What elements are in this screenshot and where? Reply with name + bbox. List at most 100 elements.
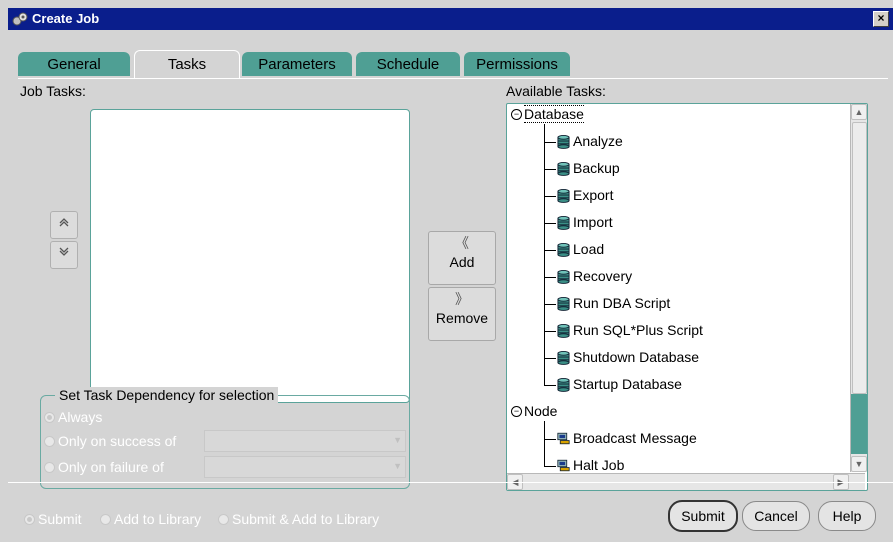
submit-mode-both[interactable]: Submit & Add to Library bbox=[218, 511, 379, 527]
database-task-label: Run SQL*Plus Script bbox=[573, 322, 703, 338]
node-task-item[interactable]: Halt Job bbox=[557, 457, 624, 472]
database-task-item[interactable]: Backup bbox=[557, 160, 620, 177]
tree-connector bbox=[544, 466, 556, 467]
collapse-icon[interactable]: − bbox=[511, 405, 522, 417]
database-icon bbox=[557, 161, 570, 176]
submit-mode-library[interactable]: Add to Library bbox=[100, 511, 201, 527]
submit-mode-submit-label: Submit bbox=[38, 511, 82, 527]
database-task-item[interactable]: Run SQL*Plus Script bbox=[557, 322, 703, 339]
computer-icon bbox=[557, 459, 570, 471]
dependency-always-label: Always bbox=[58, 409, 103, 425]
radio-icon bbox=[44, 435, 55, 447]
submit-mode-both-label: Submit & Add to Library bbox=[232, 511, 380, 527]
tree-connector bbox=[544, 421, 545, 466]
database-task-label: Shutdown Database bbox=[573, 349, 700, 365]
tree-connector bbox=[544, 169, 556, 170]
tree-connector bbox=[544, 124, 545, 385]
database-icon bbox=[557, 323, 570, 338]
move-down-button[interactable] bbox=[50, 241, 78, 269]
node-node[interactable]: − Node bbox=[511, 403, 557, 419]
help-button[interactable]: Help bbox=[818, 501, 876, 531]
tab-permissions[interactable]: Permissions bbox=[464, 52, 570, 76]
submit-mode-submit[interactable]: Submit bbox=[24, 511, 82, 527]
database-icon bbox=[557, 215, 570, 230]
database-task-item[interactable]: Analyze bbox=[557, 133, 623, 150]
database-node-label: Database bbox=[524, 105, 584, 123]
database-icon bbox=[557, 134, 570, 149]
add-label: Add bbox=[449, 254, 475, 270]
database-task-item[interactable]: Run DBA Script bbox=[557, 295, 670, 312]
task-dependency-legend: Set Task Dependency for selection bbox=[55, 387, 279, 403]
move-up-button[interactable] bbox=[50, 211, 78, 239]
collapse-icon[interactable]: − bbox=[511, 108, 522, 120]
title-bar: Create Job × bbox=[8, 8, 893, 30]
tab-tasks[interactable]: Tasks bbox=[134, 50, 240, 79]
tree-connector bbox=[544, 304, 556, 305]
tree-connector bbox=[544, 358, 556, 359]
dependency-success-label: Only on success of bbox=[58, 433, 177, 449]
dropdown-arrow-icon: ▼ bbox=[393, 461, 402, 471]
radio-icon bbox=[100, 513, 111, 525]
radio-icon bbox=[218, 513, 229, 525]
add-button[interactable]: 《 Add bbox=[428, 231, 496, 285]
dependency-success-option[interactable]: Only on success of bbox=[44, 433, 176, 449]
database-icon bbox=[557, 242, 570, 257]
node-task-label: Halt Job bbox=[573, 457, 625, 472]
tab-parameters[interactable]: Parameters bbox=[242, 52, 352, 76]
tab-general[interactable]: General bbox=[18, 52, 130, 76]
success-task-select[interactable]: ▼ bbox=[204, 430, 406, 452]
node-task-item[interactable]: Broadcast Message bbox=[557, 430, 697, 447]
radio-icon bbox=[44, 411, 55, 423]
failure-task-select[interactable]: ▼ bbox=[204, 456, 406, 478]
dropdown-arrow-icon: ▼ bbox=[393, 435, 402, 445]
database-task-item[interactable]: Export bbox=[557, 187, 613, 204]
available-tasks-label: Available Tasks: bbox=[506, 83, 606, 99]
job-icon bbox=[12, 12, 28, 26]
database-task-label: Load bbox=[573, 241, 605, 257]
vertical-scrollbar[interactable]: ▲ ▼ bbox=[850, 104, 867, 472]
tree-connector bbox=[544, 277, 556, 278]
tree-connector bbox=[544, 196, 556, 197]
tab-schedule[interactable]: Schedule bbox=[356, 52, 460, 76]
database-task-item[interactable]: Recovery bbox=[557, 268, 632, 285]
database-task-item[interactable]: Import bbox=[557, 214, 613, 231]
database-task-label: Import bbox=[573, 214, 613, 230]
database-task-item[interactable]: Startup Database bbox=[557, 376, 682, 393]
database-icon bbox=[557, 188, 570, 203]
close-button[interactable]: × bbox=[873, 11, 889, 27]
available-tasks-tree[interactable]: − Database Analyze Backup Export Import Load Re… bbox=[506, 103, 868, 491]
scroll-up-icon[interactable]: ▲ bbox=[851, 104, 867, 120]
tree-connector bbox=[544, 331, 556, 332]
database-task-label: Backup bbox=[573, 160, 620, 176]
node-node-label: Node bbox=[524, 403, 558, 419]
tree-content: − Database Analyze Backup Export Import Load Re… bbox=[507, 104, 865, 472]
cancel-button[interactable]: Cancel bbox=[742, 501, 810, 531]
database-icon bbox=[557, 377, 570, 392]
tree-connector bbox=[544, 250, 556, 251]
chevron-double-up-icon bbox=[59, 218, 69, 227]
chevron-double-down-icon bbox=[59, 247, 69, 256]
scroll-down-icon[interactable]: ▼ bbox=[851, 456, 867, 472]
divider bbox=[8, 482, 893, 483]
computer-icon bbox=[557, 432, 570, 444]
remove-label: Remove bbox=[435, 310, 489, 326]
scroll-track[interactable] bbox=[851, 394, 867, 454]
bottom-bar: Submit Add to Library Submit & Add to Li… bbox=[8, 490, 893, 534]
job-tasks-label: Job Tasks: bbox=[20, 83, 86, 99]
tree-connector bbox=[544, 439, 556, 440]
submit-button[interactable]: Submit bbox=[668, 500, 738, 532]
tree-connector bbox=[544, 385, 556, 386]
remove-button[interactable]: 》 Remove bbox=[428, 287, 496, 341]
dependency-failure-option[interactable]: Only on failure of bbox=[44, 459, 164, 475]
dependency-always-option[interactable]: Always bbox=[44, 409, 102, 425]
database-task-label: Export bbox=[573, 187, 614, 203]
database-task-item[interactable]: Load bbox=[557, 241, 604, 258]
create-job-window: Create Job × General Tasks Parameters Sc… bbox=[0, 0, 893, 542]
database-icon bbox=[557, 350, 570, 365]
tree-connector bbox=[544, 142, 556, 143]
scroll-thumb[interactable] bbox=[852, 122, 867, 394]
database-task-label: Analyze bbox=[573, 133, 623, 149]
job-tasks-list[interactable] bbox=[90, 109, 410, 403]
database-node[interactable]: − Database bbox=[511, 105, 584, 123]
database-task-item[interactable]: Shutdown Database bbox=[557, 349, 699, 366]
